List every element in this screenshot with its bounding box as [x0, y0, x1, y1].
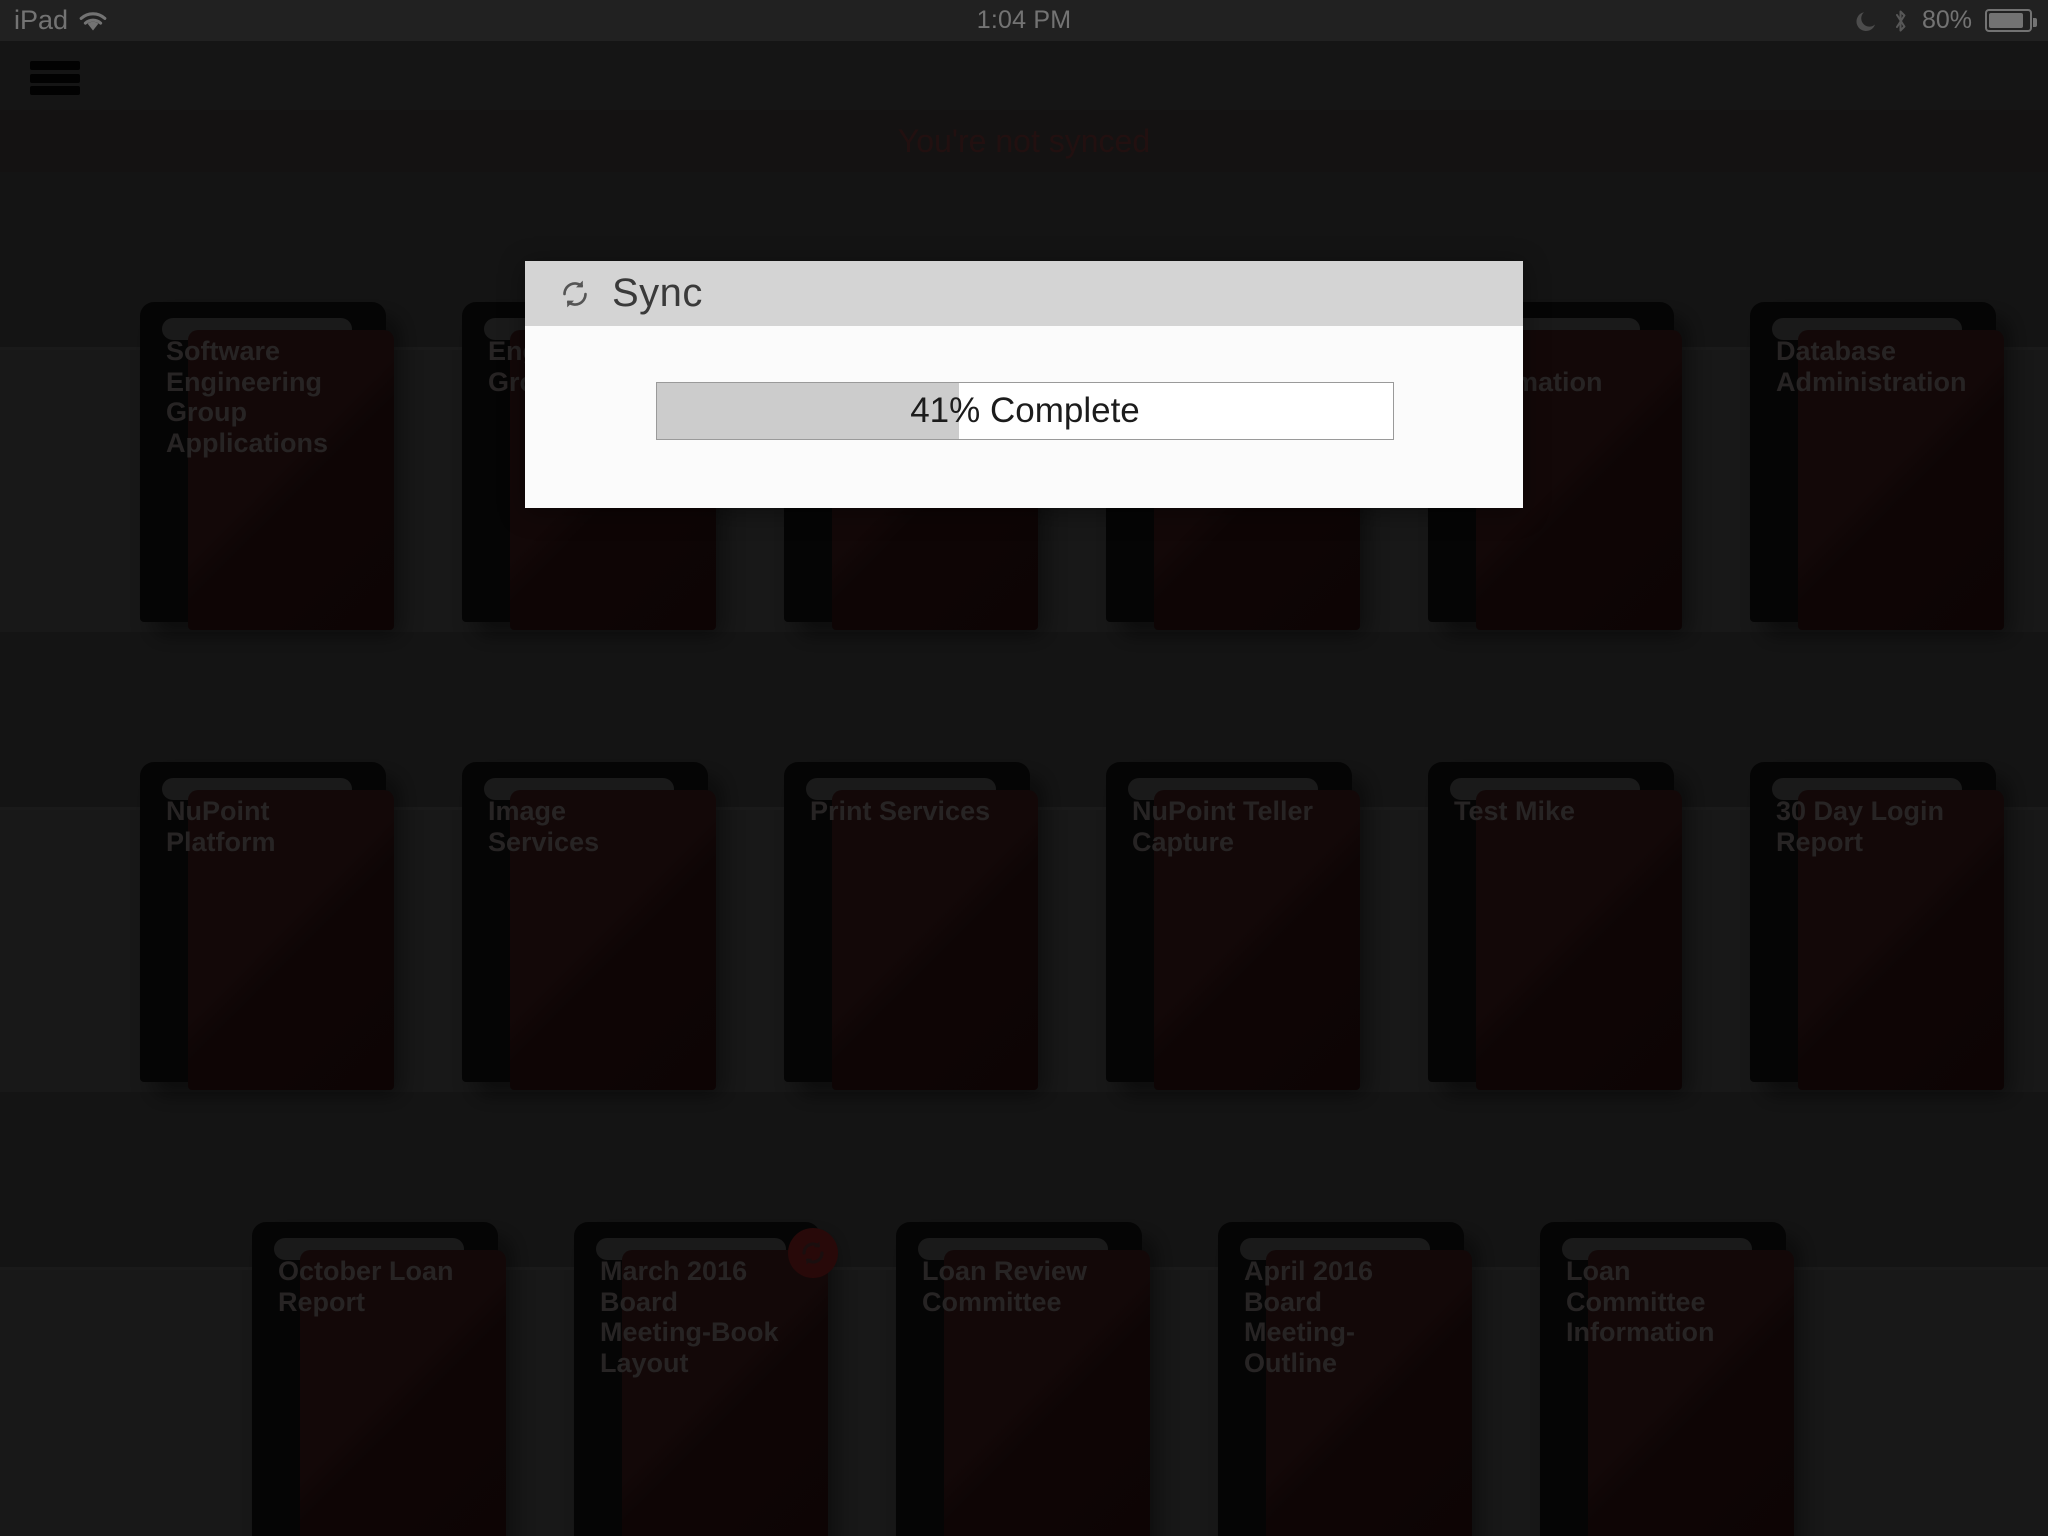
sync-dialog-title: Sync — [612, 271, 703, 315]
sync-dialog-body: 41% Complete — [525, 326, 1523, 508]
app-screen: iPad 1:04 PM 80% — [0, 0, 2048, 1536]
sync-dialog: Sync 41% Complete — [525, 261, 1523, 508]
sync-refresh-icon — [558, 277, 592, 311]
sync-dialog-header: Sync — [525, 261, 1523, 326]
sync-progress-bar: 41% Complete — [656, 382, 1394, 440]
modal-scrim — [0, 0, 2048, 1536]
sync-progress-label: 41% Complete — [910, 391, 1140, 430]
